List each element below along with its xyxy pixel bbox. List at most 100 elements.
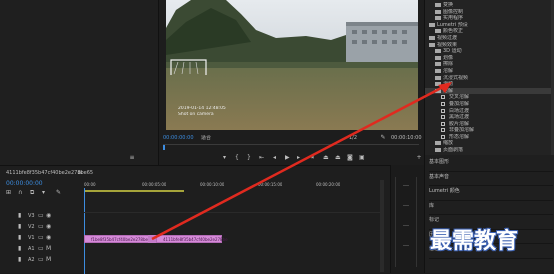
nest-icon[interactable]: ⊞: [6, 189, 11, 196]
eye-icon[interactable]: ◉: [46, 223, 51, 230]
effects-folder[interactable]: 页面剥落: [425, 147, 554, 154]
effects-folder[interactable]: 滑动: [425, 81, 554, 88]
effects-folder[interactable]: Lumetri 预设: [425, 22, 554, 29]
effects-folder[interactable]: 沉浸式视频: [425, 75, 554, 82]
linked-icon[interactable]: ⧉: [30, 189, 34, 196]
play-icon[interactable]: ▶: [285, 154, 290, 161]
effects-folder[interactable]: 3D 运动: [425, 48, 554, 55]
panel-tab[interactable]: 基本图形: [429, 157, 553, 172]
effect-label: 溶解: [443, 67, 454, 74]
marker-icon[interactable]: ▾: [223, 154, 226, 161]
timeline-timecode[interactable]: 00:00:00:00: [6, 180, 43, 187]
panel-tab[interactable]: 基本声音: [429, 172, 553, 186]
video-clip-2[interactable]: 4111bfe8f35b47cf40be2e278be: [156, 235, 228, 243]
folder-icon: [435, 88, 441, 93]
video-frame: 2019-01-14 12:48:05 Shot on camera: [166, 0, 418, 130]
step-back-icon[interactable]: ◂: [273, 154, 276, 161]
effects-folder[interactable]: 视频过渡: [425, 35, 554, 42]
track-lock-icon[interactable]: ▮: [18, 223, 21, 230]
effects-folder[interactable]: 变换: [425, 2, 554, 9]
timeline-scrollbar[interactable]: [380, 180, 384, 272]
effects-folder[interactable]: 擦除: [425, 61, 554, 68]
effects-folder[interactable]: 颜色校正: [425, 28, 554, 35]
effect-label: 视频过渡: [437, 34, 458, 41]
export-frame-icon[interactable]: ◙: [347, 154, 353, 161]
go-to-out-icon[interactable]: ⇥: [309, 154, 314, 161]
panel-menu-icon[interactable]: ≡: [128, 154, 136, 161]
source-panel: [0, 0, 158, 165]
folder-icon: [435, 29, 441, 34]
effect-label: 形态溶解: [449, 133, 470, 140]
meter-track: [395, 177, 417, 267]
effects-folder[interactable]: 划像: [425, 55, 554, 62]
effects-folder[interactable]: 图像控制: [425, 9, 554, 16]
effect-label: 划像: [443, 54, 454, 61]
track-header: ▮ V2 ▭ ◉: [0, 223, 84, 233]
effect-item[interactable]: 形态溶解: [425, 134, 554, 141]
transition-effect-icon: [441, 95, 445, 100]
timeline-settings-icon[interactable]: ✎: [56, 189, 61, 196]
panel-tab[interactable]: Lumetri 颜色: [429, 186, 553, 201]
step-forward-icon[interactable]: ▸: [297, 154, 300, 161]
program-timecode-left[interactable]: 00:00:00:00: [163, 135, 194, 141]
button-editor-icon[interactable]: ▣: [359, 154, 365, 161]
effects-folder[interactable]: 实用程序: [425, 15, 554, 22]
effect-item[interactable]: 胶片溶解: [425, 121, 554, 128]
mute-icon[interactable]: M: [46, 256, 51, 263]
out-point-icon[interactable]: }: [247, 154, 251, 161]
track-lock-icon[interactable]: ▮: [18, 245, 21, 252]
eye-icon[interactable]: ◉: [46, 234, 51, 241]
track-sync-icon[interactable]: ▭: [38, 212, 44, 219]
effect-item[interactable]: 交叉溶解: [425, 94, 554, 101]
effect-label: 颜色校正: [443, 28, 464, 35]
effects-folder[interactable]: 溶解: [425, 68, 554, 75]
fit-dropdown[interactable]: 适合: [201, 135, 211, 141]
track-headers: ▮ V3 ▭ ◉ ▮ V2 ▭ ◉ ▮ V1 ▭ ◉ ▮ A1 ▭ M ▮ A2 ▭ M: [0, 212, 84, 272]
track-lock-icon[interactable]: ▮: [18, 212, 21, 219]
effects-folder[interactable]: 溶解: [425, 87, 554, 95]
effect-label: 黑场过渡: [449, 114, 470, 121]
track-header: ▮ A1 ▭ M: [0, 245, 84, 255]
effect-item[interactable]: 叠加溶解: [425, 101, 554, 108]
in-point-icon[interactable]: {: [235, 154, 239, 161]
program-scrub-bar[interactable]: [163, 144, 419, 150]
track-sync-icon[interactable]: ▭: [38, 256, 44, 263]
extract-icon[interactable]: ⏏: [335, 154, 341, 161]
effect-item[interactable]: 非叠加溶解: [425, 127, 554, 134]
lift-icon[interactable]: ⏏: [323, 154, 329, 161]
time-ruler[interactable]: 00:00 00:00:05:00 00:00:10:00 00:00:15:00 00…: [84, 182, 380, 192]
track-lock-icon[interactable]: ▮: [18, 234, 21, 241]
track-sync-icon[interactable]: ▭: [38, 223, 44, 230]
add-button-icon[interactable]: +: [415, 154, 423, 161]
track-label: V2: [28, 224, 35, 230]
settings-wrench-icon[interactable]: ✎: [379, 134, 387, 141]
effect-label: 滑动: [443, 81, 454, 88]
mute-icon[interactable]: M: [46, 245, 51, 252]
track-sync-icon[interactable]: ▭: [38, 245, 44, 252]
go-to-in-icon[interactable]: ⇤: [259, 154, 264, 161]
add-marker-icon[interactable]: ▾: [42, 189, 45, 196]
folder-icon: [435, 49, 441, 54]
track-lock-icon[interactable]: ▮: [18, 256, 21, 263]
transition-handle[interactable]: [148, 235, 156, 243]
track-header: ▮ V1 ▭ ◉: [0, 234, 84, 244]
effects-folder[interactable]: 缩放: [425, 140, 554, 147]
panel-tab[interactable]: 库: [429, 201, 553, 215]
meter-tick-1: [403, 185, 409, 186]
video-clip-1[interactable]: f1be8f35b47cf40be2e278be65.mp4: [84, 235, 163, 243]
playhead-marker[interactable]: [163, 145, 165, 150]
track-header: ▮ A2 ▭ M: [0, 256, 84, 266]
folder-icon: [429, 35, 435, 40]
effects-folder[interactable]: 视频效果: [425, 42, 554, 49]
snap-icon[interactable]: ∩: [18, 189, 22, 196]
track-sync-icon[interactable]: ▭: [38, 234, 44, 241]
effect-item[interactable]: 黑场过渡: [425, 114, 554, 121]
effect-item[interactable]: 白场过渡: [425, 108, 554, 115]
right-panels-stack: 基本图形 基本声音 Lumetri 颜色库标记 历史记录 信息: [424, 155, 554, 273]
eye-icon[interactable]: ◉: [46, 212, 51, 219]
effect-label: 变换: [443, 2, 454, 8]
quality-dropdown[interactable]: 1/2: [349, 135, 357, 141]
work-area-bar[interactable]: [84, 190, 184, 192]
audio-meters: [390, 165, 424, 273]
timeline-close-icon[interactable]: ≡: [77, 169, 83, 176]
